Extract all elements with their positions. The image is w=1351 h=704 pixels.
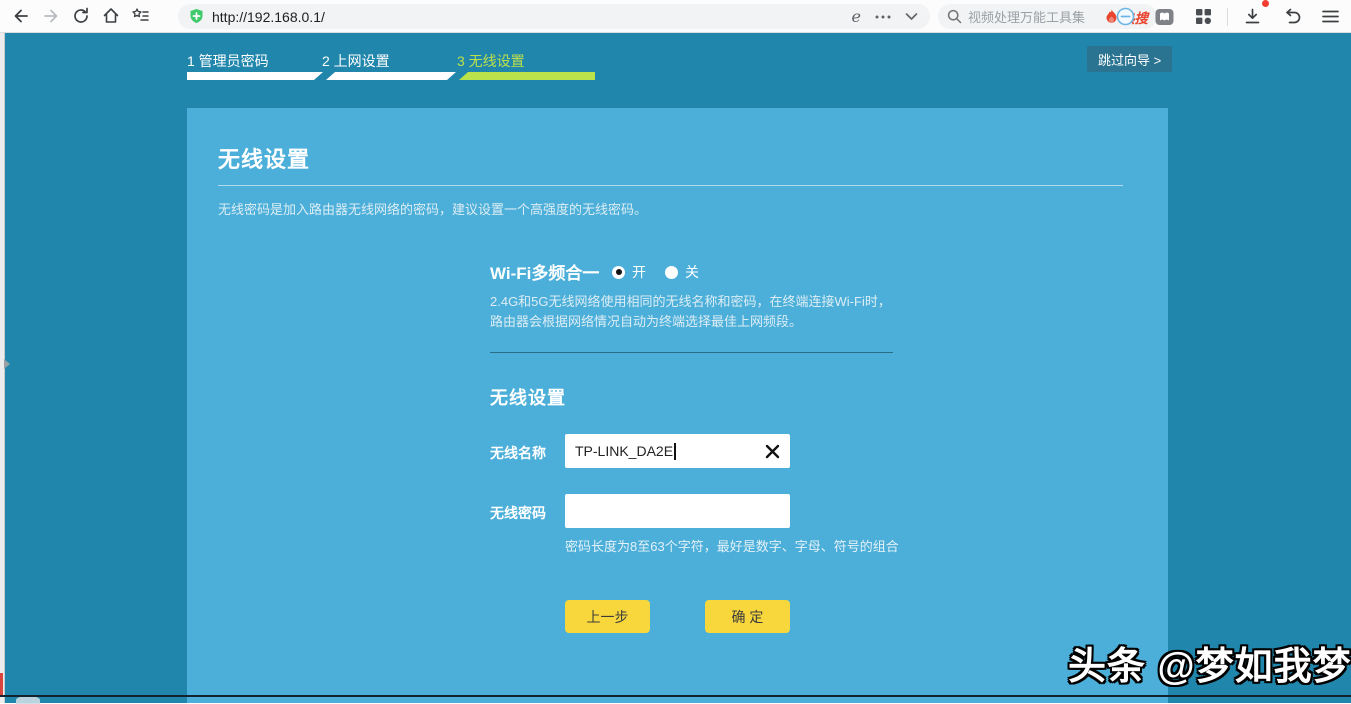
screen: http://192.168.0.1/ e 视频处理万能工具集 热搜 xyxy=(0,0,1351,703)
download-icon[interactable] xyxy=(1237,3,1267,31)
watermark: 头条 @梦如我梦 xyxy=(1068,635,1351,690)
ssid-input[interactable]: TP-LINK_DA2E xyxy=(565,434,790,468)
ie-mode-icon[interactable]: e xyxy=(852,9,861,25)
section-divider xyxy=(490,352,893,353)
text-caret xyxy=(674,443,676,460)
bottom-edge-line xyxy=(0,695,1351,697)
password-input[interactable] xyxy=(565,494,790,528)
skip-wizard-button[interactable]: 跳过向导 > xyxy=(1087,46,1172,72)
radio-on-circle-icon[interactable] xyxy=(612,266,625,279)
page-title: 无线设置 xyxy=(218,142,310,174)
home-button[interactable] xyxy=(96,2,126,30)
wizard-progress-bar-3 xyxy=(459,72,595,80)
browser-toolbar: http://192.168.0.1/ e 视频处理万能工具集 热搜 xyxy=(0,0,1351,33)
apps-grid-icon[interactable] xyxy=(1188,3,1218,31)
content-panel xyxy=(187,108,1168,703)
wizard-progress-bar-1 xyxy=(187,72,323,80)
password-label: 无线密码 xyxy=(490,503,546,523)
url-text: http://192.168.0.1/ xyxy=(212,9,852,25)
site-safety-shield-icon[interactable] xyxy=(188,8,205,25)
wizard-step-wireless-settings[interactable]: 3 无线设置 xyxy=(457,51,525,71)
wifi-merge-description-line2: 路由器会根据网络情况自动为终端选择最佳上网频段。 xyxy=(490,311,802,330)
back-button[interactable] xyxy=(6,2,36,30)
side-panel-handle-icon[interactable] xyxy=(4,359,10,369)
ssid-label: 无线名称 xyxy=(490,443,546,463)
reload-button[interactable] xyxy=(66,2,96,30)
radio-off-circle-icon[interactable] xyxy=(665,266,678,279)
radio-on-label: 开 xyxy=(632,262,646,282)
password-hint: 密码长度为8至63个字符，最好是数字、字母、符号的组合 xyxy=(565,536,899,555)
search-placeholder: 视频处理万能工具集 xyxy=(968,7,1105,26)
strip-red-mark xyxy=(0,673,3,696)
chevron-down-icon[interactable] xyxy=(905,12,918,21)
download-badge xyxy=(1262,0,1269,7)
confirm-button[interactable]: 确 定 xyxy=(705,600,790,633)
forward-button[interactable] xyxy=(36,2,66,30)
radio-off-label: 关 xyxy=(685,262,699,282)
toolbar-divider xyxy=(1227,8,1228,26)
radio-on[interactable]: 开 xyxy=(612,262,646,282)
radio-off[interactable]: 关 xyxy=(665,262,699,282)
address-bar[interactable]: http://192.168.0.1/ e xyxy=(178,4,930,29)
router-setup-page: 1 管理员密码 2 上网设置 3 无线设置 跳过向导 > 无线设置 无线密码是加… xyxy=(0,33,1351,703)
undo-icon[interactable] xyxy=(1276,3,1306,31)
wizard-step-internet-settings[interactable]: 2 上网设置 xyxy=(322,51,390,71)
menu-icon[interactable] xyxy=(1315,3,1345,31)
wizard-step-admin-password[interactable]: 1 管理员密码 xyxy=(187,51,269,71)
adblock-icon[interactable] xyxy=(1110,3,1140,31)
wifi-merge-radio-group: 开 关 xyxy=(612,262,699,282)
title-divider xyxy=(218,185,1123,186)
wizard-progress-bar-2 xyxy=(326,72,456,80)
wifi-merge-label: Wi-Fi多频合一 xyxy=(490,259,599,284)
clear-input-icon[interactable] xyxy=(765,444,780,459)
previous-step-button[interactable]: 上一步 xyxy=(565,600,650,633)
favorites-list-button[interactable] xyxy=(126,2,156,30)
ssid-value: TP-LINK_DA2E xyxy=(575,443,673,459)
wifi-merge-description-line1: 2.4G和5G无线网络使用相同的无线名称和密码，在终端连接Wi-Fi时， xyxy=(490,291,891,310)
wireless-section-title: 无线设置 xyxy=(490,384,566,410)
search-icon xyxy=(947,9,962,24)
page-description: 无线密码是加入路由器无线网络的密码，建议设置一个高强度的无线密码。 xyxy=(218,199,647,218)
more-options-icon[interactable] xyxy=(875,14,891,20)
reading-mode-icon[interactable] xyxy=(1149,3,1179,31)
